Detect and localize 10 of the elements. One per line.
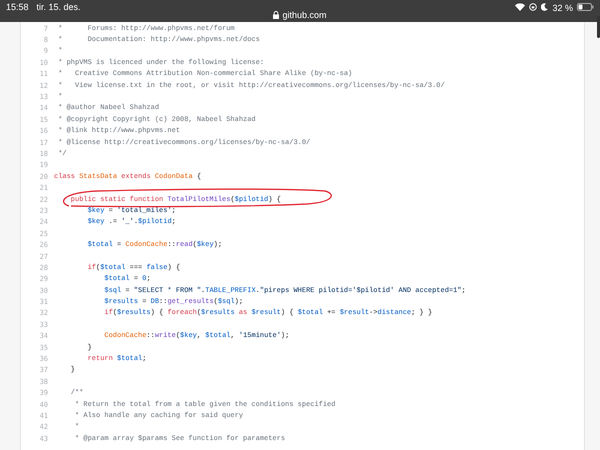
clock-time: 15:58 [6,2,29,12]
scrollbar[interactable] [597,16,600,38]
battery-percent: 32 % [552,3,573,13]
orientation-lock-icon [529,3,538,11]
date-text: tir. 15. des. [36,2,81,12]
lock-icon [273,11,280,19]
battery-icon [577,3,594,11]
url-text[interactable]: github.com [282,10,327,20]
wifi-icon [515,3,526,11]
moon-icon [541,3,548,11]
